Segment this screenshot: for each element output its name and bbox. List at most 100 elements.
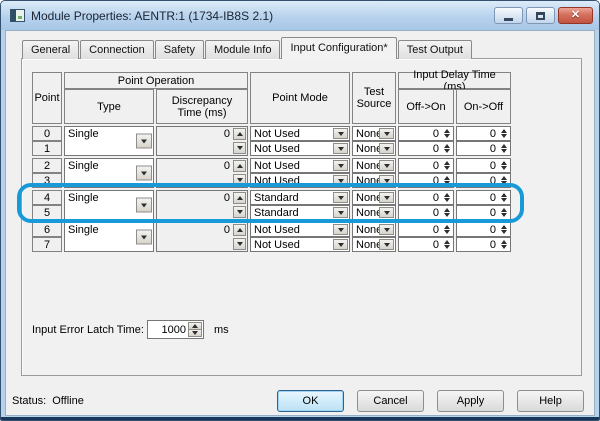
cancel-button[interactable]: Cancel xyxy=(357,390,424,412)
off-on-spinner-5[interactable]: 0 xyxy=(398,205,454,220)
tab-test-output[interactable]: Test Output xyxy=(398,40,472,59)
chevron-down-icon[interactable] xyxy=(379,128,394,139)
on-off-spinner-1[interactable]: 0 xyxy=(456,141,511,156)
discrepancy-spinner-6[interactable]: 0 xyxy=(156,222,248,252)
tab-general[interactable]: General xyxy=(22,40,79,59)
on-off-spinner-5[interactable]: 0 xyxy=(456,205,511,220)
spinner-arrows-icon[interactable] xyxy=(443,175,451,186)
point-mode-dropdown-2[interactable]: Not Used xyxy=(250,158,350,173)
chevron-down-icon[interactable] xyxy=(333,207,348,218)
spin-up-icon[interactable] xyxy=(233,128,246,140)
type-dropdown-4[interactable]: Single xyxy=(64,190,154,220)
chevron-down-icon[interactable] xyxy=(333,128,348,139)
chevron-down-icon[interactable] xyxy=(333,239,348,250)
spinner-arrows-icon[interactable] xyxy=(443,207,451,218)
chevron-down-icon[interactable] xyxy=(333,160,348,171)
chevron-down-icon[interactable] xyxy=(379,192,394,203)
point-mode-dropdown-0[interactable]: Not Used xyxy=(250,126,350,141)
chevron-down-icon[interactable] xyxy=(333,224,348,235)
type-dropdown-6[interactable]: Single xyxy=(64,222,154,252)
tab-input-configuration[interactable]: Input Configuration* xyxy=(281,37,396,59)
chevron-down-icon[interactable] xyxy=(136,198,152,213)
off-on-spinner-4[interactable]: 0 xyxy=(398,190,454,205)
spinner-arrows-icon[interactable] xyxy=(443,143,451,154)
chevron-down-icon[interactable] xyxy=(136,134,152,149)
chevron-down-icon[interactable] xyxy=(379,239,394,250)
off-on-spinner-6[interactable]: 0 xyxy=(398,222,454,237)
test-source-dropdown-2[interactable]: None xyxy=(352,158,396,173)
spinner-arrows-icon[interactable] xyxy=(443,128,451,139)
spin-down-icon[interactable] xyxy=(233,142,246,154)
spin-up-icon[interactable] xyxy=(233,224,246,236)
spinner-arrows-icon[interactable] xyxy=(443,239,451,250)
spinner-arrows-icon[interactable] xyxy=(443,224,451,235)
on-off-spinner-6[interactable]: 0 xyxy=(456,222,511,237)
maximize-button[interactable] xyxy=(526,7,555,24)
on-off-spinner-0[interactable]: 0 xyxy=(456,126,511,141)
point-mode-dropdown-3[interactable]: Not Used xyxy=(250,173,350,188)
spin-up-icon[interactable] xyxy=(233,192,246,204)
discrepancy-spinner-4[interactable]: 0 xyxy=(156,190,248,220)
point-mode-dropdown-5[interactable]: Standard xyxy=(250,205,350,220)
point-mode-dropdown-6[interactable]: Not Used xyxy=(250,222,350,237)
chevron-down-icon[interactable] xyxy=(379,207,394,218)
test-source-dropdown-7[interactable]: None xyxy=(352,237,396,252)
ok-button[interactable]: OK xyxy=(277,390,344,412)
spinner-arrows-icon[interactable] xyxy=(500,175,508,186)
spin-down-icon[interactable] xyxy=(233,238,246,250)
spin-down-icon[interactable] xyxy=(188,329,202,337)
spinner-arrows-icon[interactable] xyxy=(443,192,451,203)
test-source-dropdown-0[interactable]: None xyxy=(352,126,396,141)
type-dropdown-0[interactable]: Single xyxy=(64,126,154,156)
off-on-spinner-1[interactable]: 0 xyxy=(398,141,454,156)
on-off-spinner-2[interactable]: 0 xyxy=(456,158,511,173)
point-mode-dropdown-4[interactable]: Standard xyxy=(250,190,350,205)
off-on-spinner-2[interactable]: 0 xyxy=(398,158,454,173)
tab-connection[interactable]: Connection xyxy=(80,40,154,59)
spinner-arrows-icon[interactable] xyxy=(500,224,508,235)
test-source-dropdown-6[interactable]: None xyxy=(352,222,396,237)
chevron-down-icon[interactable] xyxy=(136,230,152,245)
spinner-arrows-icon[interactable] xyxy=(500,239,508,250)
test-source-dropdown-5[interactable]: None xyxy=(352,205,396,220)
chevron-down-icon[interactable] xyxy=(379,224,394,235)
chevron-down-icon[interactable] xyxy=(379,175,394,186)
input-error-latch-spinner[interactable]: 1000 xyxy=(147,320,204,339)
tab-safety[interactable]: Safety xyxy=(155,40,204,59)
discrepancy-spinner-0[interactable]: 0 xyxy=(156,126,248,156)
type-dropdown-2[interactable]: Single xyxy=(64,158,154,188)
minimize-button[interactable] xyxy=(494,7,523,24)
spinner-arrows-icon[interactable] xyxy=(443,160,451,171)
on-off-spinner-4[interactable]: 0 xyxy=(456,190,511,205)
spinner-arrows-icon[interactable] xyxy=(500,128,508,139)
test-source-dropdown-1[interactable]: None xyxy=(352,141,396,156)
off-on-spinner-3[interactable]: 0 xyxy=(398,173,454,188)
spinner-arrows-icon[interactable] xyxy=(500,192,508,203)
spin-up-icon[interactable] xyxy=(233,160,246,172)
apply-button[interactable]: Apply xyxy=(437,390,504,412)
off-on-spinner-0[interactable]: 0 xyxy=(398,126,454,141)
discrepancy-spinner-2[interactable]: 0 xyxy=(156,158,248,188)
chevron-down-icon[interactable] xyxy=(136,166,152,181)
spinner-arrows-icon[interactable] xyxy=(500,207,508,218)
titlebar[interactable]: Module Properties: AENTR:1 (1734-IB8S 2.… xyxy=(1,1,599,30)
spinner-arrows-icon[interactable] xyxy=(500,160,508,171)
point-mode-dropdown-1[interactable]: Not Used xyxy=(250,141,350,156)
spin-down-icon[interactable] xyxy=(233,174,246,186)
off-on-spinner-7[interactable]: 0 xyxy=(398,237,454,252)
chevron-down-icon[interactable] xyxy=(333,192,348,203)
test-source-dropdown-3[interactable]: None xyxy=(352,173,396,188)
spinner-arrows-icon[interactable] xyxy=(500,143,508,154)
tab-module-info[interactable]: Module Info xyxy=(205,40,280,59)
help-button[interactable]: Help xyxy=(517,390,584,412)
spin-down-icon[interactable] xyxy=(233,206,246,218)
chevron-down-icon[interactable] xyxy=(379,143,394,154)
close-button[interactable]: ✕ xyxy=(558,7,593,24)
on-off-spinner-7[interactable]: 0 xyxy=(456,237,511,252)
on-off-spinner-3[interactable]: 0 xyxy=(456,173,511,188)
chevron-down-icon[interactable] xyxy=(333,175,348,186)
test-source-dropdown-4[interactable]: None xyxy=(352,190,396,205)
chevron-down-icon[interactable] xyxy=(379,160,394,171)
point-mode-dropdown-7[interactable]: Not Used xyxy=(250,237,350,252)
chevron-down-icon[interactable] xyxy=(333,143,348,154)
